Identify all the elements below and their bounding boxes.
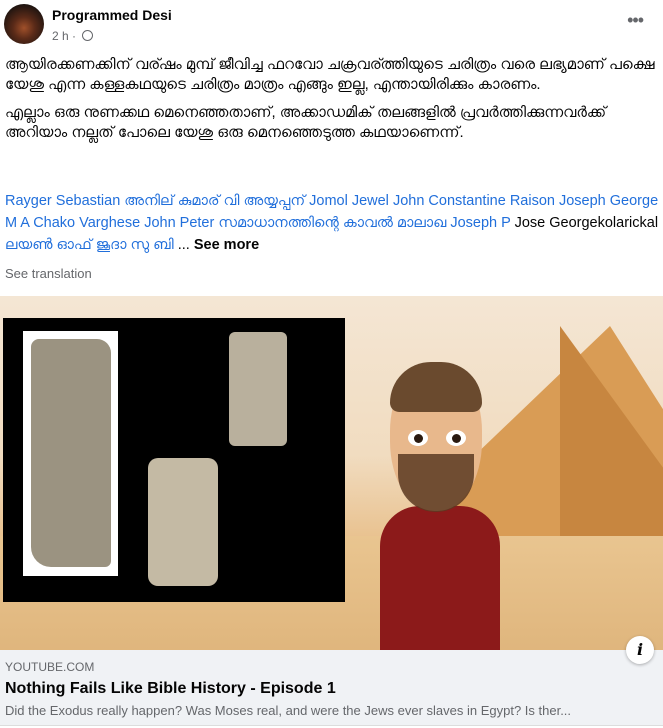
cartoon-man [380,362,520,650]
tagged-people: Rayger Sebastian അനില് കുമാര് വി അയ്യപ്പ… [5,190,660,256]
post-paragraph: ആയിരക്കണക്കിന് വര്ഷം മുമ്പ് ജീവിച്ച ഫറവോ… [5,56,655,93]
tablet-photo [23,331,118,576]
pyramid-shadow [560,326,663,546]
tablet-photo [229,332,287,446]
tablet-photo [148,458,218,586]
link-preview[interactable]: YOUTUBE.COM Nothing Fails Like Bible His… [0,650,663,726]
tag-link[interactable]: Rayger Sebastian [5,193,120,209]
globe-icon [82,30,94,41]
tag-link[interactable]: M A Chako Varghese [5,215,140,231]
timestamp[interactable]: 2 h [52,29,69,43]
tag-link[interactable]: ലയൺ ഓഫ് ജൂദാ സു ബി [5,237,174,253]
tag-link[interactable]: സമാധാനത്തിന്റെ കാവൽ മാലാഖ [218,215,446,231]
tag-link[interactable]: Raison Joseph George [510,193,658,209]
tag-link[interactable]: John Constantine [393,193,506,209]
link-description: Did the Exodus really happen? Was Moses … [5,703,572,718]
post-paragraph: എല്ലാം ഒരു നുണക്കഥ മെനെഞ്ഞതാണ്, അക്കാഡമി… [5,104,607,141]
more-options-button[interactable]: ••• [627,10,644,31]
avatar[interactable] [4,4,44,44]
tablets-image [3,318,345,602]
post-meta: 2 h · [52,29,94,43]
post-text: ആയിരക്കണക്കിന് വര്ഷം മുമ്പ് ജീവിച്ച ഫറവോ… [5,55,660,151]
separator: · [72,29,77,43]
ellipsis: ... [177,237,190,253]
video-thumbnail[interactable] [0,296,663,650]
tag-link[interactable]: John Peter [144,215,214,231]
plain-name: Jose Georgekolarickal [514,215,659,231]
post-header: Programmed Desi 2 h · ••• [0,0,663,52]
see-more-link[interactable]: See more [194,237,259,253]
tag-link[interactable]: Joseph P [450,215,510,231]
tag-link[interactable]: Jomol Jewel [309,193,389,209]
link-domain: YOUTUBE.COM [5,660,95,674]
info-icon[interactable]: i [626,636,654,664]
link-title[interactable]: Nothing Fails Like Bible History - Episo… [5,680,336,698]
see-translation-link[interactable]: See translation [5,266,92,281]
tag-link[interactable]: അനില് കുമാര് വി അയ്യപ്പന് [124,193,305,209]
author-name[interactable]: Programmed Desi [52,7,172,23]
